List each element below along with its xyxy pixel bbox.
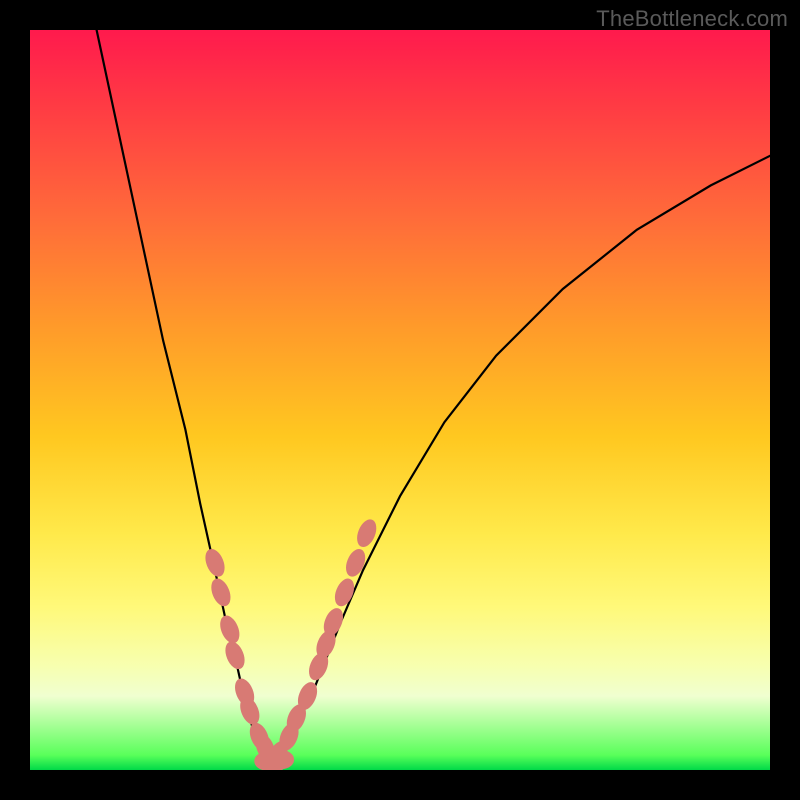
bead xyxy=(202,547,227,579)
plot-area xyxy=(30,30,770,770)
bead xyxy=(270,751,294,769)
bead-group xyxy=(202,517,379,770)
left-curve xyxy=(97,30,275,763)
bead xyxy=(208,576,233,608)
chart-frame: TheBottleneck.com xyxy=(0,0,800,800)
bead xyxy=(222,639,247,671)
bead xyxy=(332,576,357,608)
watermark-text: TheBottleneck.com xyxy=(596,6,788,32)
curve-layer xyxy=(30,30,770,770)
bead xyxy=(217,613,242,645)
right-curve xyxy=(274,156,770,763)
bead xyxy=(343,547,368,579)
